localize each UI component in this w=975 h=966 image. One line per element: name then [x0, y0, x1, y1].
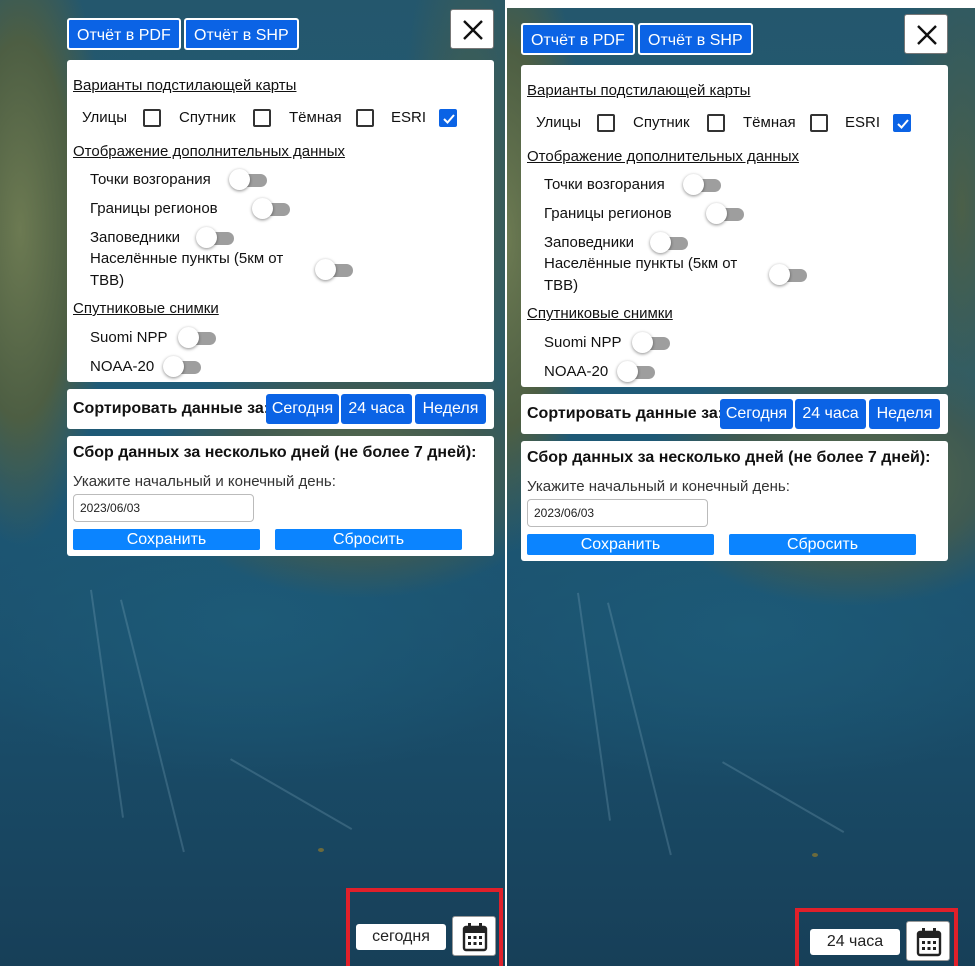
reserves-label: Заповедники: [90, 229, 181, 246]
save-button[interactable]: Сохранить: [527, 534, 714, 555]
basemap-satellite-label: Спутник: [179, 109, 236, 126]
region-borders-label: Границы регионов: [90, 200, 218, 217]
basemap-streets-label: Улицы: [536, 114, 582, 131]
basemap-esri-checkbox[interactable]: [893, 114, 911, 132]
report-pdf-button[interactable]: Отчёт в PDF: [67, 18, 181, 50]
basemap-esri-label: ESRI: [391, 109, 427, 126]
sort-today-button[interactable]: Сегодня: [720, 399, 793, 429]
check-icon: [897, 119, 909, 129]
reset-button[interactable]: Сбросить: [729, 534, 916, 555]
suomi-npp-toggle[interactable]: [632, 332, 670, 354]
basemap-dark-label: Тёмная: [289, 109, 342, 126]
basemap-dark-checkbox[interactable]: [356, 109, 374, 127]
satellite-section-title: Спутниковые снимки: [73, 300, 219, 317]
screen-left: Отчёт в PDF Отчёт в SHP Варианты подстил…: [0, 0, 505, 966]
noaa-20-label: NOAA-20: [90, 358, 155, 375]
extra-data-section-title: Отображение дополнительных данных: [527, 148, 799, 165]
multi-day-panel: Сбор данных за несколько дней (не более …: [67, 436, 494, 556]
close-icon: [917, 25, 937, 45]
reserves-label: Заповедники: [544, 234, 635, 251]
region-borders-label: Границы регионов: [544, 205, 672, 222]
suomi-npp-label: Suomi NPP: [544, 334, 622, 351]
basemap-streets-label: Улицы: [82, 109, 128, 126]
fire-points-label: Точки возгорания: [90, 171, 211, 188]
sort-24h-button[interactable]: 24 часа: [795, 399, 866, 429]
sort-24h-button[interactable]: 24 часа: [341, 394, 412, 424]
fire-points-toggle[interactable]: [683, 174, 721, 196]
noaa-20-toggle[interactable]: [163, 356, 201, 378]
multi-day-panel: Сбор данных за несколько дней (не более …: [521, 441, 948, 561]
reset-button[interactable]: Сбросить: [275, 529, 462, 550]
fire-points-toggle[interactable]: [229, 169, 267, 191]
basemap-streets-checkbox[interactable]: [143, 109, 161, 127]
basemap-streets-checkbox[interactable]: [597, 114, 615, 132]
sort-week-button[interactable]: Неделя: [415, 394, 486, 424]
basemap-dark-checkbox[interactable]: [810, 114, 828, 132]
basemap-esri-checkbox[interactable]: [439, 109, 457, 127]
noaa-20-toggle[interactable]: [617, 361, 655, 383]
sort-week-button[interactable]: Неделя: [869, 399, 940, 429]
basemap-satellite-label: Спутник: [633, 114, 690, 131]
date-range-hint: Укажите начальный и конечный день:: [527, 478, 790, 495]
settlements-label: Населённые пункты (5км от ТВВ): [544, 255, 738, 294]
calendar-icon: [462, 923, 488, 952]
reserves-toggle[interactable]: [196, 227, 234, 249]
report-shp-button[interactable]: Отчёт в SHP: [638, 23, 753, 55]
date-range-input[interactable]: 2023/06/03: [527, 499, 708, 527]
noaa-20-label: NOAA-20: [544, 363, 609, 380]
multi-day-title: Сбор данных за несколько дней (не более …: [527, 449, 931, 466]
basemap-esri-label: ESRI: [845, 114, 881, 131]
reserves-toggle[interactable]: [650, 232, 688, 254]
report-shp-button[interactable]: Отчёт в SHP: [184, 18, 299, 50]
settlements-toggle[interactable]: [315, 259, 353, 281]
close-button[interactable]: [904, 14, 948, 54]
basemap-section-title: Варианты подстилающей карты: [73, 77, 297, 94]
close-button[interactable]: [450, 9, 494, 49]
sort-today-button[interactable]: Сегодня: [266, 394, 339, 424]
period-badge: сегодня: [356, 924, 446, 950]
basemap-satellite-checkbox[interactable]: [253, 109, 271, 127]
region-borders-toggle[interactable]: [706, 203, 744, 225]
screen-right: Отчёт в PDF Отчёт в SHP Варианты подстил…: [507, 8, 975, 966]
fire-points-label: Точки возгорания: [544, 176, 665, 193]
calendar-button[interactable]: [452, 916, 496, 956]
multi-day-title: Сбор данных за несколько дней (не более …: [73, 444, 477, 461]
period-badge: 24 часа: [810, 929, 900, 955]
date-range-hint: Укажите начальный и конечный день:: [73, 473, 336, 490]
calendar-icon: [916, 928, 942, 957]
calendar-button[interactable]: [906, 921, 950, 961]
sort-label: Сортировать данные за:: [527, 405, 724, 422]
basemap-section-title: Варианты подстилающей карты: [527, 82, 751, 99]
layers-panel: Варианты подстилающей карты Улицы Спутни…: [67, 60, 494, 382]
region-borders-toggle[interactable]: [252, 198, 290, 220]
settlements-label: Населённые пункты (5км от ТВВ): [90, 250, 284, 289]
sort-panel: Сортировать данные за: Сегодня 24 часа Н…: [521, 394, 948, 434]
satellite-section-title: Спутниковые снимки: [527, 305, 673, 322]
sort-panel: Сортировать данные за: Сегодня 24 часа Н…: [67, 389, 494, 429]
extra-data-section-title: Отображение дополнительных данных: [73, 143, 345, 160]
save-button[interactable]: Сохранить: [73, 529, 260, 550]
basemap-satellite-checkbox[interactable]: [707, 114, 725, 132]
layers-panel: Варианты подстилающей карты Улицы Спутни…: [521, 65, 948, 387]
date-range-input[interactable]: 2023/06/03: [73, 494, 254, 522]
basemap-dark-label: Тёмная: [743, 114, 796, 131]
check-icon: [443, 114, 455, 124]
report-pdf-button[interactable]: Отчёт в PDF: [521, 23, 635, 55]
settlements-toggle[interactable]: [769, 264, 807, 286]
close-icon: [463, 20, 483, 40]
suomi-npp-toggle[interactable]: [178, 327, 216, 349]
suomi-npp-label: Suomi NPP: [90, 329, 168, 346]
sort-label: Сортировать данные за:: [73, 400, 270, 417]
